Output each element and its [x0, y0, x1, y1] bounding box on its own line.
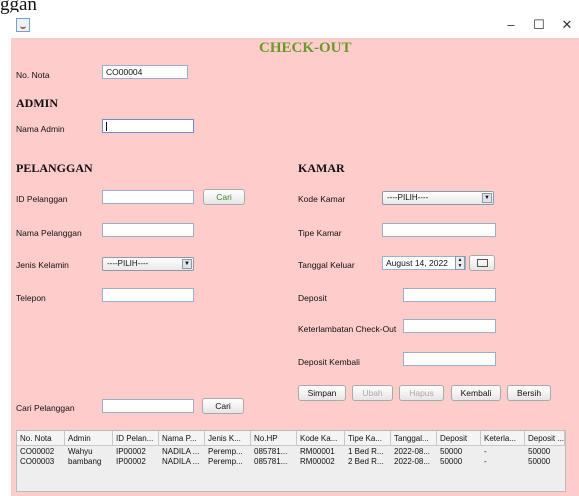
table-cell: RM00001 — [300, 447, 335, 456]
deposit-kembali-label: Deposit Kembali — [298, 357, 360, 367]
no-nota-label: No. Nota — [16, 70, 50, 80]
telepon-label: Telepon — [16, 293, 46, 303]
calendar-button[interactable] — [469, 255, 495, 271]
cari-id-button[interactable]: Cari — [203, 189, 245, 205]
bersih-button[interactable]: Bersih — [507, 385, 551, 401]
cari-pelanggan-field[interactable] — [102, 399, 194, 413]
telepon-field[interactable] — [102, 288, 194, 302]
kamar-section-title: KAMAR — [298, 161, 345, 175]
tipe-kamar-field[interactable] — [382, 223, 496, 237]
keterlambatan-field[interactable] — [403, 319, 496, 333]
jenis-kelamin-label: Jenis Kelamin — [16, 260, 69, 270]
table-cell: Wahyu — [68, 447, 93, 456]
hapus-button[interactable]: Hapus — [399, 385, 444, 401]
minimize-button[interactable]: – — [499, 15, 523, 35]
keterlambatan-label: Keterlambatan Check-Out — [298, 324, 397, 334]
calendar-icon — [476, 259, 488, 267]
window-title-bar: – ☐ ✕ — [11, 12, 579, 38]
close-button[interactable]: ✕ — [555, 15, 579, 35]
jenis-kelamin-selected: ----PILIH---- — [107, 259, 149, 268]
table-cell: bambang — [68, 457, 102, 466]
simpan-button[interactable]: Simpan — [298, 385, 346, 401]
table-cell: Peremp... — [208, 447, 243, 456]
table-row[interactable]: CO00003 bambang IP00002 NADILA ... Perem… — [17, 457, 565, 467]
table-cell: CO00003 — [20, 457, 55, 466]
column-header[interactable]: Deposit — [437, 431, 481, 446]
table-cell: 50000 — [528, 457, 551, 466]
maximize-button[interactable]: ☐ — [527, 15, 551, 35]
table-cell: NADILA ... — [162, 447, 200, 456]
id-pelanggan-field[interactable] — [102, 190, 194, 204]
column-header[interactable]: Tipe Ka... — [345, 431, 391, 446]
checkout-table[interactable]: No. Nota Admin ID Pelan... Nama P... Jen… — [16, 430, 566, 492]
table-cell: IP00002 — [116, 447, 146, 456]
table-cell: 085781... — [254, 447, 288, 456]
date-spinner[interactable]: ▲ ▼ — [455, 256, 465, 270]
kembali-button[interactable]: Kembali — [451, 385, 501, 401]
id-pelanggan-label: ID Pelanggan — [16, 194, 68, 204]
table-cell: - — [484, 447, 487, 456]
admin-section-title: ADMIN — [16, 96, 58, 110]
column-header[interactable]: Tanggal... — [391, 431, 437, 446]
nama-admin-label: Nama Admin — [16, 124, 65, 134]
column-header[interactable]: Nama P... — [159, 431, 205, 446]
nama-admin-field[interactable] — [102, 119, 194, 133]
table-cell: 50000 — [528, 447, 551, 456]
table-cell: IP00002 — [116, 457, 146, 466]
column-header[interactable]: No. Nota — [17, 431, 65, 446]
column-header[interactable]: ID Pelan... — [113, 431, 159, 446]
ubah-button[interactable]: Ubah — [352, 385, 393, 401]
deposit-field[interactable] — [403, 288, 496, 302]
table-cell: 2 Bed R... — [348, 457, 384, 466]
kode-kamar-selected: ----PILIH---- — [387, 193, 429, 202]
table-cell: 2022-08... — [394, 457, 431, 466]
table-cell: - — [484, 457, 487, 466]
column-header[interactable]: Keterla... — [481, 431, 525, 446]
deposit-label: Deposit — [298, 293, 327, 303]
no-nota-field[interactable]: CO00004 — [102, 65, 188, 79]
nama-pelanggan-label: Nama Pelanggan — [16, 228, 82, 238]
pelanggan-section-title: PELANGGAN — [16, 161, 93, 175]
cari-pelanggan-label: Cari Pelanggan — [16, 403, 75, 413]
chevron-down-icon[interactable]: ▼ — [482, 193, 492, 203]
page-title: CHECK-OUT — [259, 40, 352, 56]
cari-pelanggan-button[interactable]: Cari — [202, 398, 244, 414]
table-cell: 2022-08... — [394, 447, 431, 456]
table-cell: NADILA ... — [162, 457, 200, 466]
table-cell: 085781... — [254, 457, 288, 466]
java-app-icon — [16, 18, 30, 32]
column-header[interactable]: Jenis K... — [205, 431, 251, 446]
tanggal-keluar-label: Tanggal Keluar — [298, 260, 355, 270]
kode-kamar-dropdown[interactable]: ----PILIH---- ▼ — [382, 191, 494, 205]
table-cell: CO00002 — [20, 447, 55, 456]
column-header[interactable]: Deposit ... — [525, 431, 565, 446]
table-row[interactable]: CO00002 Wahyu IP00002 NADILA ... Peremp.… — [17, 447, 565, 457]
column-header[interactable]: Kode Ka... — [297, 431, 345, 446]
checkout-form-panel: CHECK-OUT No. Nota CO00004 ADMIN Nama Ad… — [11, 38, 579, 496]
jenis-kelamin-dropdown[interactable]: ----PILIH---- ▼ — [102, 257, 194, 271]
chevron-down-icon[interactable]: ▼ — [182, 259, 192, 269]
text-caret — [106, 122, 107, 131]
kode-kamar-label: Kode Kamar — [298, 194, 346, 204]
deposit-kembali-field[interactable] — [403, 352, 496, 366]
column-header[interactable]: Admin — [65, 431, 113, 446]
nama-pelanggan-field[interactable] — [102, 223, 194, 237]
table-cell: 50000 — [440, 447, 463, 456]
tipe-kamar-label: Tipe Kamar — [298, 228, 342, 238]
tanggal-keluar-field[interactable]: August 14, 2022 — [382, 256, 466, 270]
table-cell: 1 Bed R... — [348, 447, 384, 456]
table-cell: RM00002 — [300, 457, 335, 466]
table-cell: Peremp... — [208, 457, 243, 466]
table-cell: 50000 — [440, 457, 463, 466]
column-header[interactable]: No.HP — [251, 431, 297, 446]
